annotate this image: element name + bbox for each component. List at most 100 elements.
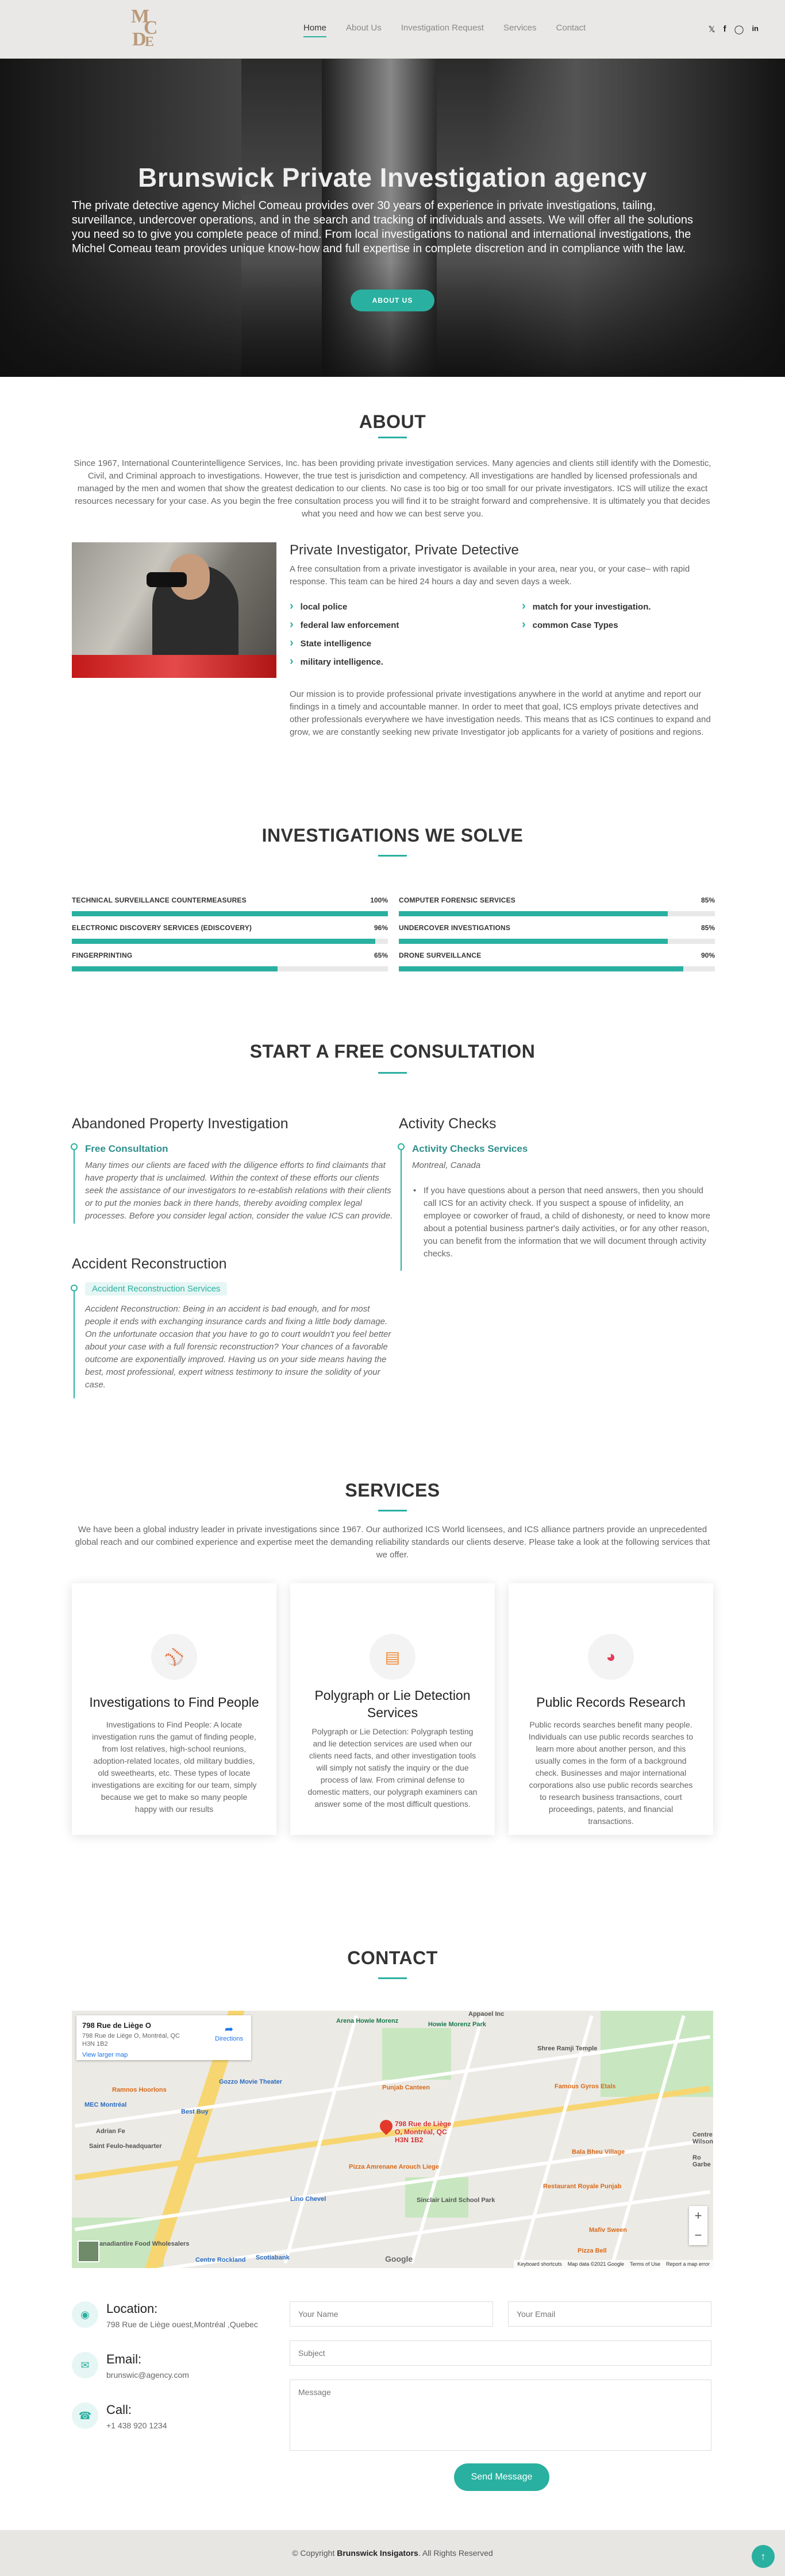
skill-fill (399, 939, 668, 944)
map-place-label[interactable]: Pizza Bell (578, 2247, 607, 2254)
map-place-label[interactable]: Restaurant Royale Punjab (543, 2183, 621, 2190)
pi-text: A free consultation from a private inves… (290, 564, 690, 587)
map-place-label[interactable]: Best Buy (181, 2108, 209, 2115)
map-place-label[interactable]: Pizza Amrenane Arouch Liege (349, 2164, 439, 2170)
service-card[interactable]: ⚾ Investigations to Find People Investig… (72, 1583, 276, 1835)
instagram-icon[interactable]: ◯ (734, 24, 744, 34)
skill-percent: 100% (370, 896, 388, 904)
map-place-label[interactable]: Howie Morenz Park (428, 2021, 486, 2028)
map-place-label[interactable]: Adrian Fe (96, 2128, 125, 2135)
send-message-button[interactable]: Send Message (454, 2463, 549, 2491)
skill-fill (399, 966, 683, 971)
copyright-suffix: . All Rights Reserved (418, 2548, 493, 2558)
zoom-in-button[interactable]: + (689, 2206, 707, 2226)
about-intro: Since 1967, International Counterintelli… (74, 458, 711, 519)
map-park (601, 2011, 713, 2097)
map-place-label[interactable]: Sinclair Laird School Park (417, 2197, 495, 2204)
list-item: State intelligence (290, 637, 371, 650)
view-larger-map-link[interactable]: View larger map (82, 2051, 245, 2058)
nav-investigation-request[interactable]: Investigation Request (401, 23, 484, 37)
name-input[interactable]: Your Name (290, 2301, 493, 2327)
map-place-label[interactable]: Centre Rockland (195, 2257, 245, 2263)
map-place-label[interactable]: Lino Chevel (290, 2196, 326, 2203)
consult-badge: Accident Reconstruction Services (85, 1282, 228, 1295)
skill-fill (72, 911, 388, 916)
nav-services[interactable]: Services (503, 23, 537, 37)
consult-card-title: Activity Checks (399, 1116, 497, 1132)
map-card-address: 798 Rue de Liège O, Montréal, QC H3N 1B2 (82, 2033, 180, 2047)
map-place-label[interactable]: Appaoel Inc (468, 2011, 504, 2018)
skill-fill (72, 966, 278, 971)
map-place-label[interactable]: Centre Wilson (692, 2131, 713, 2145)
title-underline (378, 855, 407, 857)
skill-row: DRONE SURVEILLANCE 90% (399, 951, 715, 971)
linkedin-icon[interactable]: in (752, 24, 759, 34)
consult-card-title: Accident Reconstruction (72, 1256, 227, 1272)
map-place-label[interactable]: Arena Howie Morenz (336, 2018, 398, 2024)
consult-item-text: Many times our clients are faced with th… (85, 1160, 393, 1221)
map-place-label[interactable]: Canadiantire Food Wholesalers (95, 2240, 189, 2247)
service-title: Polygraph or Lie Detection Services (314, 1688, 471, 1720)
skill-fill (72, 939, 375, 944)
skills-title: INVESTIGATIONS WE SOLVE (261, 825, 524, 846)
skill-percent: 85% (701, 896, 715, 904)
email-heading: Email: (106, 2352, 142, 2366)
map-place-label[interactable]: MEC Montréal (84, 2101, 126, 2108)
email-value[interactable]: brunswic@agency.com (106, 2370, 189, 2380)
keyboard-shortcuts-link[interactable]: Keyboard shortcuts (517, 2261, 562, 2267)
report-error-link[interactable]: Report a map error (666, 2261, 710, 2267)
hero-title: Brunswick Private Investigation agency (138, 163, 647, 192)
email-input[interactable]: Your Email (508, 2301, 711, 2327)
nav-contact[interactable]: Contact (556, 23, 586, 37)
skill-label: TECHNICAL SURVEILLANCE COUNTERMEASURES (72, 896, 247, 904)
google-map[interactable]: Arena Howie Morenz Howie Morenz Park Appao… (72, 2011, 713, 2268)
subject-input[interactable]: Subject (290, 2340, 711, 2366)
copyright-brand: Brunswick Insigators (337, 2548, 418, 2558)
location-heading: Location: (106, 2301, 158, 2316)
zoom-out-button[interactable]: − (689, 2226, 707, 2245)
logo-letter: E (145, 34, 155, 49)
skill-track (72, 966, 388, 971)
logo[interactable]: M C D E (131, 6, 166, 53)
call-value[interactable]: +1 438 920 1234 (106, 2421, 167, 2430)
bullet-text: If you have questions about a person tha… (424, 1186, 711, 1259)
facebook-icon[interactable]: f (724, 24, 726, 34)
map-place-label[interactable]: Ro Garbe (692, 2154, 713, 2168)
terms-link[interactable]: Terms of Use (630, 2261, 660, 2267)
map-place-label[interactable]: Scotiabank (256, 2254, 290, 2261)
map-place-label[interactable]: Gozzo Movie Theater (219, 2078, 282, 2085)
timeline-dot (71, 1285, 78, 1291)
service-card[interactable]: ◕ Public Records Research Public records… (509, 1583, 713, 1835)
message-textarea[interactable]: Message (290, 2380, 711, 2451)
title-underline (378, 1072, 407, 1074)
consult-item-head: Free Consultation (85, 1143, 168, 1154)
map-pin-label: 798 Rue de Liège O, Montréal, QC H3N 1B2 (395, 2120, 452, 2144)
map-place-label[interactable]: Bala Bheu Village (572, 2149, 625, 2155)
map-place-label[interactable]: Saint Feulo-headquarter (89, 2143, 162, 2150)
skill-percent: 96% (374, 924, 388, 932)
list-item: local police (290, 600, 348, 613)
twitter-icon[interactable]: 𝕏 (709, 24, 715, 34)
service-card[interactable]: ▤ Polygraph or Lie Detection Services Po… (290, 1583, 495, 1835)
map-place-label[interactable]: Famous Gyros Etals (555, 2083, 615, 2090)
photo-car (72, 655, 276, 678)
service-text: Investigations to Find People: A locate … (91, 1720, 257, 1814)
nav-home[interactable]: Home (303, 23, 327, 37)
timeline-line (401, 1143, 402, 1271)
about-us-button[interactable]: ABOUT US (351, 290, 434, 311)
envelope-icon: ✉ (72, 2352, 98, 2378)
nav-about-us[interactable]: About Us (346, 23, 382, 37)
logo-letter: D (132, 29, 147, 50)
back-to-top-arrow-icon[interactable]: ↑ (752, 2545, 775, 2568)
map-place-label[interactable]: Mafiv Sween (589, 2227, 627, 2234)
header: M C D E Home About Us Investigation Requ… (0, 0, 785, 59)
satellite-toggle[interactable] (78, 2240, 99, 2262)
timeline-line (74, 1285, 75, 1398)
directions-button[interactable]: ➦ Directions (215, 2023, 243, 2042)
skill-percent: 90% (701, 951, 715, 959)
skill-row: TECHNICAL SURVEILLANCE COUNTERMEASURES 10… (72, 896, 388, 916)
map-place-label[interactable]: Ramnos Hoorlons (112, 2087, 167, 2093)
map-place-label[interactable]: Punjab Canteen (382, 2084, 430, 2091)
mission-text: Our mission is to provide professional p… (290, 689, 711, 737)
map-place-label[interactable]: Shree Ramji Temple (537, 2045, 597, 2052)
